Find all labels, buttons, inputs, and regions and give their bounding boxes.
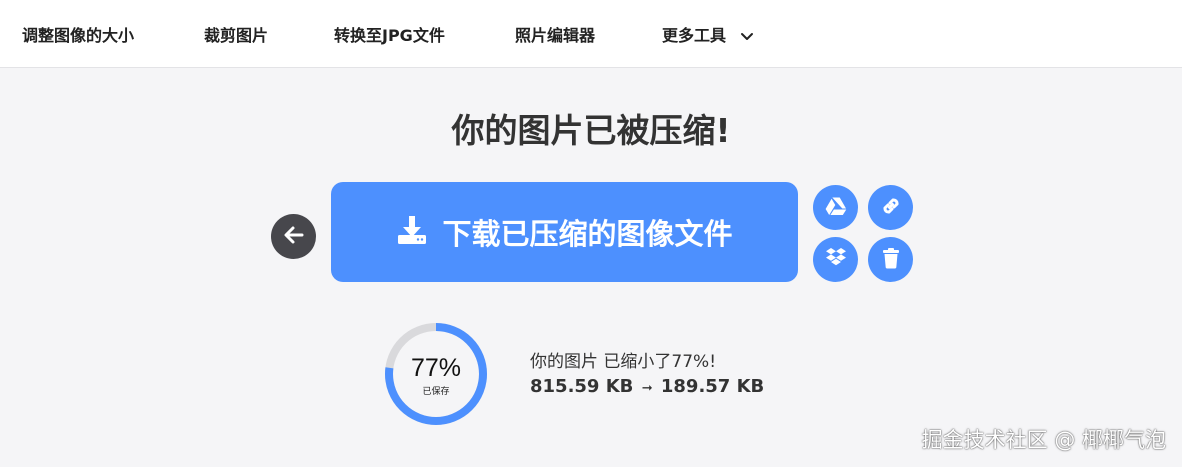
arrow-right-icon: ➞ bbox=[641, 381, 653, 396]
back-button[interactable] bbox=[271, 214, 316, 259]
google-drive-icon bbox=[825, 196, 847, 220]
nav-item-crop-image[interactable]: 裁剪图片 bbox=[204, 22, 268, 46]
watermark: 掘金技术社区 @ 椰椰气泡 bbox=[921, 428, 1166, 452]
save-to-dropbox-button[interactable] bbox=[813, 237, 858, 282]
file-size-comparison: 815.59 KB ➞ 189.57 KB bbox=[530, 376, 764, 397]
nav-item-resize-image[interactable]: 调整图像的大小 bbox=[22, 22, 134, 46]
compressed-size: 189.57 KB bbox=[660, 376, 765, 397]
download-button-label: 下载已压缩的图像文件 bbox=[442, 217, 733, 251]
original-size: 815.59 KB bbox=[530, 376, 634, 397]
dropbox-icon bbox=[824, 247, 848, 273]
link-icon bbox=[879, 194, 903, 222]
compression-result-message: 你的图片 已缩小了77%! bbox=[530, 352, 717, 372]
trash-icon bbox=[881, 247, 901, 273]
download-tray-icon bbox=[396, 214, 428, 250]
nav-item-more-tools[interactable]: 更多工具 bbox=[662, 22, 754, 46]
save-to-google-drive-button[interactable] bbox=[813, 185, 858, 230]
arrow-left-icon bbox=[283, 224, 305, 250]
nav-item-more-tools-label: 更多工具 bbox=[662, 26, 727, 45]
top-navigation: 调整图像的大小 裁剪图片 转换至JPG文件 照片编辑器 更多工具 bbox=[0, 0, 1182, 68]
copy-link-button[interactable] bbox=[868, 185, 913, 230]
saved-label: 已保存 bbox=[422, 387, 450, 397]
chevron-down-icon bbox=[740, 27, 754, 46]
nav-item-convert-to-jpg[interactable]: 转换至JPG文件 bbox=[334, 22, 445, 46]
percent-saved: 77% bbox=[410, 354, 462, 382]
delete-button[interactable] bbox=[868, 237, 913, 282]
page-title: 你的图片已被压缩! bbox=[451, 111, 731, 150]
download-compressed-button[interactable]: 下载已压缩的图像文件 bbox=[331, 182, 798, 282]
savings-progress-ring: 77% 已保存 bbox=[383, 321, 489, 427]
nav-item-photo-editor[interactable]: 照片编辑器 bbox=[515, 22, 595, 46]
